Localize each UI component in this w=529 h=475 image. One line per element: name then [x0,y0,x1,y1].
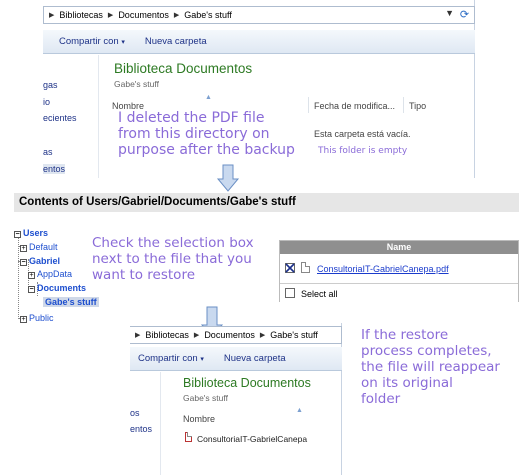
sort-ascending-icon: ▲ [296,407,303,414]
select-all-label[interactable]: Select all [301,289,338,299]
nav-item[interactable]: as [43,147,53,157]
collapse-icon[interactable]: − [14,231,21,238]
navigation-pane: os entos [130,372,161,475]
checkbox-checked-icon [285,263,295,273]
down-arrow-icon [216,164,240,192]
annotation-line: from this directory on [118,126,270,142]
annotation-line: the file will reappear [361,359,500,375]
annotation-line: process completes, [361,343,492,359]
collapse-icon[interactable]: − [28,286,35,293]
breadcrumb-item[interactable]: Gabe's stuff [270,330,318,340]
address-dropdown-icon[interactable]: ▼ [445,8,454,18]
annotation-line: Check the selection box [92,235,254,251]
explorer-window-after: ▶ Bibliotecas ▶ Documentos ▶ Gabe's stuf… [130,323,342,475]
folder-tree: − Users + Default − Gabriel + AppData − Docum… [14,224,104,324]
library-title: Biblioteca Documentos [183,376,311,390]
new-folder-button[interactable]: Nueva carpeta [224,353,286,364]
nav-item-selected[interactable]: entos [130,424,152,434]
expand-icon[interactable]: + [28,272,35,279]
chevron-down-icon: ▾ [200,356,204,363]
annotation-line: folder [361,391,401,407]
new-folder-button[interactable]: Nueva carpeta [145,36,207,47]
library-subtitle: Gabe's stuff [114,79,159,89]
contents-title: Contents of Users/Gabriel/Documents/Gabe… [14,193,519,212]
nav-item[interactable]: io [43,97,50,107]
breadcrumb-sep-icon: ▶ [173,12,180,19]
library-subtitle: Gabe's stuff [183,393,228,403]
file-checkbox[interactable] [285,263,295,273]
column-header-name[interactable]: Nombre [183,414,215,424]
select-all-checkbox[interactable] [285,288,295,298]
explorer-window-before: ▶ Bibliotecas ▶ Documentos ▶ Gabe's stuf… [43,0,475,178]
nav-item-selected[interactable]: entos [43,164,65,174]
nav-item[interactable]: os [130,408,140,418]
breadcrumb-sep-icon: ▶ [49,12,55,19]
table-row: ConsultoriaIT-GabrielCanepa.pdf [280,254,518,284]
share-with-button[interactable]: Compartir con ▾ [59,36,125,47]
tree-node-appdata[interactable]: + AppData [28,269,72,279]
tree-node-users[interactable]: − Users [14,228,48,238]
collapse-icon[interactable]: − [20,259,27,266]
tree-node-gabriel[interactable]: − Gabriel [20,256,60,266]
nav-item[interactable]: ecientes [43,113,77,123]
tree-node-default[interactable]: + Default [20,242,58,252]
breadcrumb-item[interactable]: Gabe's stuff [184,10,232,20]
breadcrumb-sep-icon: ▶ [107,12,114,19]
expand-icon[interactable]: + [20,245,27,252]
tree-label: Users [23,228,49,238]
pdf-file-icon [185,432,192,442]
breadcrumb-sep-icon: ▶ [193,332,200,339]
document-icon [301,262,310,273]
empty-folder-annotation: This folder is empty [318,146,408,156]
tree-label: Documents [37,283,87,293]
library-title: Biblioteca Documentos [114,61,253,76]
breadcrumb-item[interactable]: Documentos [118,10,169,20]
empty-folder-text: Esta carpeta está vacía. [314,129,411,139]
annotation-select: Check the selection box next to the file… [92,235,254,283]
navigation-pane: gas io ecientes as entos [43,55,99,178]
tree-node-documents[interactable]: − Documents [28,283,86,293]
tree-label: Default [29,242,58,252]
expand-icon[interactable]: + [20,316,27,323]
address-bar[interactable]: ▶ Bibliotecas ▶ Documentos ▶ Gabe's stuf… [43,6,475,24]
tree-node-gabes-stuff[interactable]: Gabe's stuff [43,297,99,307]
tree-label-selected: Gabe's stuff [43,297,99,307]
annotation-line: on its original [361,375,453,391]
annotation-line: want to restore [92,267,196,283]
column-header-date[interactable]: Fecha de modifica... [314,101,395,111]
breadcrumb-sep-icon: ▶ [259,332,266,339]
command-bar: Compartir con ▾ Nueva carpeta [43,30,475,54]
column-header-type[interactable]: Tipo [409,101,426,111]
annotation-line: purpose after the backup [118,142,295,158]
refresh-icon[interactable]: ⟳ [457,8,472,22]
tree-node-public[interactable]: + Public [20,313,54,323]
annotation-restore: If the restore process completes, the fi… [361,327,500,407]
command-bar: Compartir con ▾ Nueva carpeta [130,347,342,371]
breadcrumb-item[interactable]: Bibliotecas [59,10,103,20]
chevron-down-icon: ▾ [121,39,125,46]
tree-label: AppData [37,269,73,279]
address-bar[interactable]: ▶ Bibliotecas ▶ Documentos ▶ Gabe's stuf… [130,326,342,344]
breadcrumb-item[interactable]: Bibliotecas [145,330,189,340]
column-divider[interactable] [403,97,404,113]
tree-label: Gabriel [29,256,61,266]
share-with-button[interactable]: Compartir con ▾ [138,353,204,364]
annotation-line: I deleted the PDF file [118,110,265,126]
column-divider[interactable] [308,97,309,113]
breadcrumb-item[interactable]: Documentos [204,330,255,340]
restored-file[interactable]: ConsultoriaIT-GabrielCanepa [197,434,307,444]
file-grid: Name ConsultoriaIT-GabrielCanepa.pdf Sel… [279,240,519,302]
annotation-deleted: I deleted the PDF file from this directo… [118,110,295,158]
tree-label: Public [29,313,54,323]
grid-header-name[interactable]: Name [280,241,518,254]
select-all-row: Select all [280,284,518,302]
sort-ascending-icon: ▲ [205,94,212,101]
nav-item[interactable]: gas [43,80,58,90]
annotation-line: next to the file that you [92,251,252,267]
breadcrumb-sep-icon: ▶ [135,332,141,339]
annotation-line: If the restore [361,327,449,343]
file-link[interactable]: ConsultoriaIT-GabrielCanepa.pdf [317,264,449,274]
